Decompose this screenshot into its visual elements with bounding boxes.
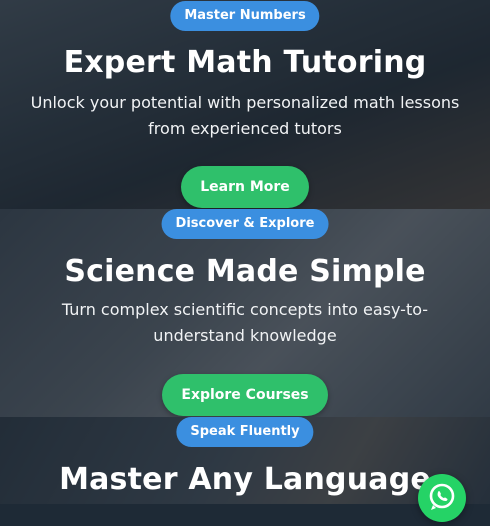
math-description: Unlock your potential with personalized … xyxy=(30,93,460,138)
math-title: Expert Math Tutoring xyxy=(63,45,427,80)
badge-speak-fluently: Speak Fluently xyxy=(176,417,314,447)
science-title: Science Made Simple xyxy=(64,254,426,289)
hero-science: Discover & Explore Science Made Simple T… xyxy=(0,209,490,417)
hero-math: Master Numbers Expert Math Tutoring Unlo… xyxy=(0,0,490,209)
language-title: Master Any Language xyxy=(59,462,431,497)
badge-discover-explore: Discover & Explore xyxy=(161,209,329,239)
whatsapp-icon xyxy=(429,483,455,510)
science-description: Turn complex scientific concepts into ea… xyxy=(61,300,429,345)
whatsapp-button[interactable] xyxy=(418,474,466,522)
hero-language: Speak Fluently Master Any Language xyxy=(0,417,490,504)
badge-master-numbers: Master Numbers xyxy=(170,1,320,31)
explore-courses-button[interactable]: Explore Courses xyxy=(162,374,328,416)
learn-more-button[interactable]: Learn More xyxy=(181,166,309,208)
